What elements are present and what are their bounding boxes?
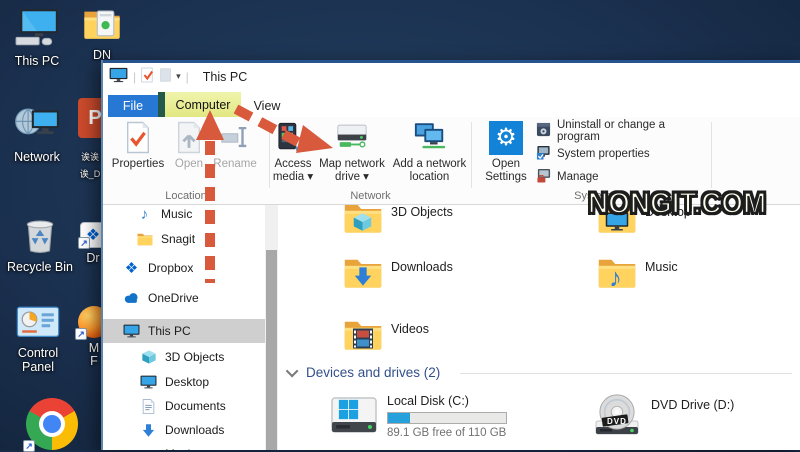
desktop-icon-this-pc[interactable]: This PC xyxy=(2,8,72,68)
dvd-drive-icon: DVD xyxy=(592,393,642,445)
system-properties-icon xyxy=(536,145,551,163)
access-media-icon xyxy=(277,121,309,158)
manage-button[interactable]: Manage xyxy=(536,168,599,186)
chrome-icon: ↗ xyxy=(23,398,78,452)
this-pc-icon xyxy=(14,8,60,51)
disk-usage-bar-fill xyxy=(388,413,411,423)
this-pc-icon xyxy=(109,67,128,86)
videos-folder-icon xyxy=(343,312,383,360)
add-network-location-button[interactable]: Add a network location xyxy=(388,121,471,183)
sidebar-item-music[interactable]: ♪ Music xyxy=(103,205,265,226)
access-media-button[interactable]: Access media ▾ xyxy=(270,121,316,183)
sidebar-item-desktop[interactable]: Desktop xyxy=(103,370,265,394)
group-title-location: Location xyxy=(165,190,207,202)
uninstall-icon xyxy=(536,122,551,140)
downloads-folder-icon xyxy=(343,250,383,298)
desktop-monitor-icon xyxy=(140,374,157,391)
local-disk-item[interactable]: Local Disk (C:) 89.1 GB free of 110 GB xyxy=(330,394,507,445)
drive-free-space: 89.1 GB free of 110 GB xyxy=(387,427,507,439)
scrollbar-thumb[interactable] xyxy=(266,250,277,450)
settings-gear-icon: ⚙ xyxy=(489,121,523,158)
chevron-down-icon[interactable] xyxy=(285,364,299,378)
watermark: NONGIT.COM xyxy=(587,186,767,221)
disk-usage-bar xyxy=(387,412,507,424)
folder-tile-downloads[interactable]: Downloads xyxy=(343,250,453,298)
explorer-content: ♪ Music Snagit ❖ Dropbox OneDrive This P… xyxy=(103,205,800,450)
tab-file[interactable]: File xyxy=(108,95,158,117)
rename-button[interactable]: Rename xyxy=(209,121,261,171)
desktop-icon-recycle-bin[interactable]: Recycle Bin xyxy=(0,216,80,274)
drive-name: DVD Drive (D:) xyxy=(651,398,735,412)
recycle-bin-icon xyxy=(23,216,57,257)
cube-icon xyxy=(140,349,157,366)
folder-tile-3d-objects[interactable]: 3D Objects xyxy=(343,205,453,243)
desktop-icon-cjk-shortcut[interactable]: 诶诶 诶_D xyxy=(76,150,104,181)
quick-access-toolbar: | ▾ | xyxy=(103,67,189,86)
control-panel-icon xyxy=(16,306,60,343)
qat-customize-caret[interactable]: ▾ xyxy=(176,71,181,82)
dvd-drive-item[interactable]: DVD DVD Drive (D:) xyxy=(592,393,735,445)
sidebar-item-music-2[interactable]: ♪ Music xyxy=(103,442,265,451)
sidebar-item-onedrive[interactable]: OneDrive xyxy=(103,286,265,310)
sidebar-item-downloads[interactable]: Downloads xyxy=(103,418,265,442)
ribbon-group-network: Access media ▾ Map network drive ▾ Add a… xyxy=(270,117,471,204)
desktop-icon-chrome[interactable]: ↗ xyxy=(23,398,78,452)
highlight-edge xyxy=(158,92,165,117)
svg-text:♪: ♪ xyxy=(609,263,622,293)
hard-drive-icon xyxy=(330,394,378,445)
properties-button[interactable]: Properties xyxy=(109,121,167,171)
sidebar-item-3d-objects[interactable]: 3D Objects xyxy=(103,345,265,369)
manage-icon xyxy=(536,168,551,186)
desktop-icon-control-panel[interactable]: Control Panel xyxy=(6,306,70,374)
onedrive-cloud-icon xyxy=(123,290,140,307)
folder-tile-videos[interactable]: Videos xyxy=(343,312,429,360)
this-pc-icon xyxy=(123,323,140,340)
desktop: { "desktop": { "this_pc": "This PC", "dn… xyxy=(0,0,800,452)
title-bar[interactable]: | ▾ | This PC xyxy=(103,63,800,90)
sidebar-scrollbar[interactable] xyxy=(265,205,278,450)
ribbon-group-location: Properties Open Rename Location xyxy=(103,117,269,204)
drive-name: Local Disk (C:) xyxy=(387,394,469,408)
download-arrow-icon xyxy=(140,422,157,439)
ribbon-tabs: File Computer View xyxy=(103,90,800,117)
desktop-icon-network[interactable]: Network xyxy=(2,104,72,164)
sidebar-item-snagit[interactable]: Snagit xyxy=(103,227,265,251)
shortcut-arrow-icon: ↗ xyxy=(78,237,90,249)
shortcut-arrow-icon: ↗ xyxy=(75,328,87,340)
tab-view[interactable]: View xyxy=(245,95,289,117)
map-network-drive-button[interactable]: Map network drive ▾ xyxy=(316,121,388,183)
music-folder-icon: ♪ xyxy=(597,250,637,298)
explorer-window: | ▾ | This PC File Computer View Propert… xyxy=(101,60,800,450)
desktop-icon-dn-folder[interactable]: DN xyxy=(80,6,124,62)
group-title-network: Network xyxy=(350,190,391,202)
tab-computer[interactable]: Computer xyxy=(165,92,241,117)
devices-section-header[interactable]: Devices and drives (2) xyxy=(285,364,440,380)
window-title: This PC xyxy=(202,69,248,84)
open-icon xyxy=(174,121,204,158)
folder-icon xyxy=(82,6,122,45)
dropbox-icon: ❖ xyxy=(124,260,139,277)
svg-text:DVD: DVD xyxy=(607,417,627,426)
sidebar-item-dropbox[interactable]: ❖ Dropbox xyxy=(103,256,265,280)
add-network-location-icon xyxy=(413,121,447,158)
document-icon xyxy=(140,398,157,415)
sidebar-item-this-pc[interactable]: This PC xyxy=(103,319,265,343)
new-item-quick-icon[interactable] xyxy=(160,68,171,85)
sidebar-item-documents[interactable]: Documents xyxy=(103,394,265,418)
properties-icon xyxy=(123,121,153,158)
rename-icon xyxy=(220,121,250,158)
properties-quick-icon[interactable] xyxy=(141,67,155,86)
open-settings-button[interactable]: ⚙ Open Settings xyxy=(478,121,534,183)
folder-tile-music[interactable]: ♪ Music xyxy=(597,250,678,298)
system-properties-button[interactable]: System properties xyxy=(536,145,650,163)
network-icon xyxy=(14,104,60,147)
map-network-drive-icon xyxy=(335,121,369,158)
open-button[interactable]: Open xyxy=(169,121,209,171)
music-icon: ♪ xyxy=(140,446,157,451)
uninstall-program-button[interactable]: Uninstall or change a program xyxy=(536,119,711,143)
music-icon: ♪ xyxy=(140,205,149,223)
shortcut-arrow-icon: ↗ xyxy=(23,440,35,452)
3d-objects-folder-icon xyxy=(343,205,383,243)
folder-icon xyxy=(136,231,153,248)
